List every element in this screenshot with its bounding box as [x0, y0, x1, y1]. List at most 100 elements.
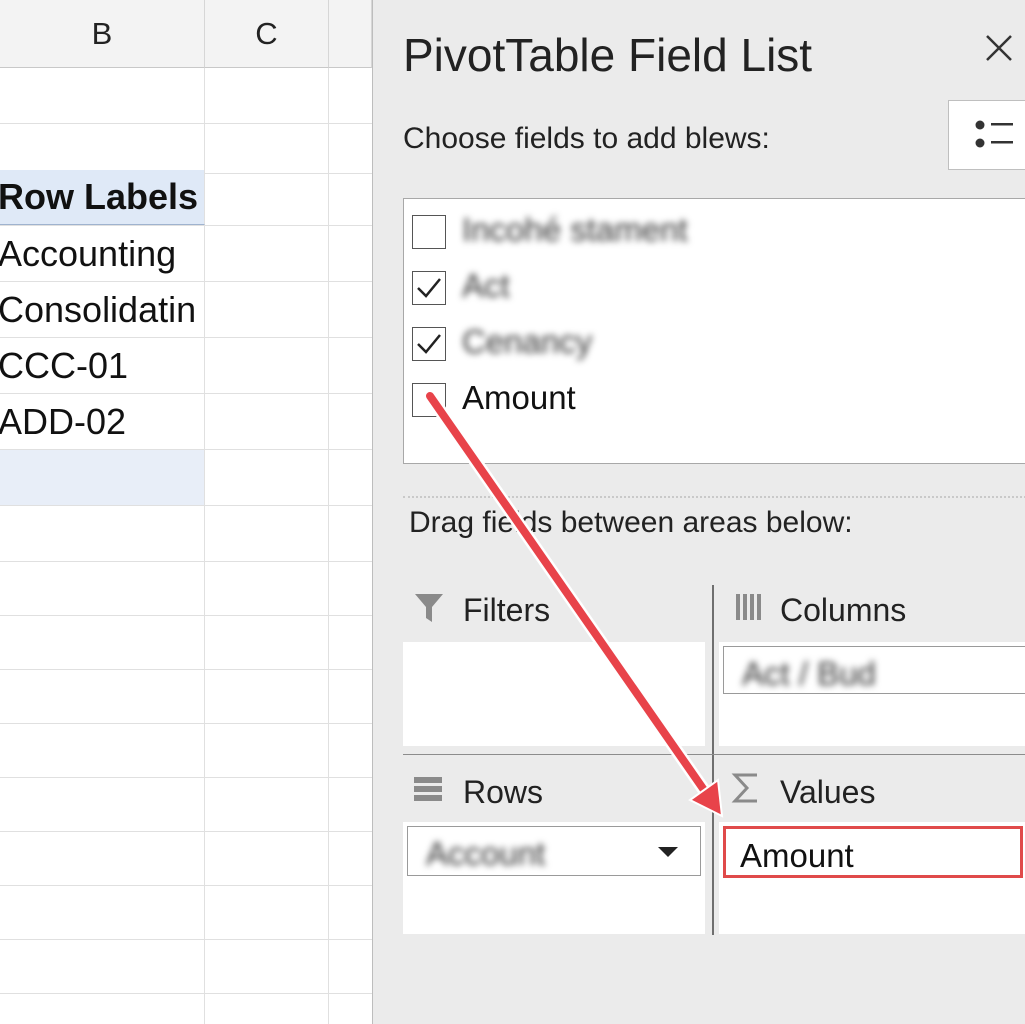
field-item[interactable]: Amount [412, 377, 1012, 421]
pivot-cell[interactable] [0, 450, 205, 505]
pivot-row-label: CCC-01 [0, 345, 129, 386]
columns-area-title: Columns [780, 592, 907, 628]
rows-field-pill[interactable]: Account [407, 826, 701, 876]
cell[interactable] [205, 338, 329, 393]
sheet-row [0, 506, 372, 562]
field-label: Cenancy [462, 323, 593, 360]
cell[interactable] [205, 118, 329, 173]
cell[interactable] [0, 992, 205, 1024]
cell[interactable] [0, 506, 205, 561]
cell[interactable] [0, 614, 205, 669]
cell[interactable] [205, 830, 329, 885]
cell[interactable] [205, 938, 329, 993]
row-labels-text: Row Labels [0, 176, 199, 217]
cell[interactable] [0, 68, 205, 123]
cell[interactable] [329, 170, 372, 225]
pivot-cell[interactable]: Accounting [0, 226, 205, 281]
column-header-c[interactable]: C [205, 0, 329, 68]
column-header-d[interactable] [329, 0, 372, 68]
cell[interactable] [205, 560, 329, 615]
columns-drop-area[interactable]: Act / Bud [719, 642, 1025, 746]
values-field-label: Amount [740, 837, 854, 874]
field-item[interactable]: Incohé stament [412, 209, 1012, 253]
cell[interactable] [329, 992, 372, 1024]
cell[interactable] [205, 722, 329, 777]
pivot-cell[interactable]: Consolidatin [0, 282, 205, 337]
sheet-row [0, 830, 372, 886]
field-checkbox[interactable] [412, 383, 446, 417]
cell[interactable] [329, 68, 372, 123]
cell[interactable] [329, 394, 372, 449]
field-layout-button[interactable] [948, 100, 1025, 170]
cell[interactable] [329, 506, 372, 561]
cell[interactable] [329, 938, 372, 993]
cell[interactable] [329, 450, 372, 505]
cell[interactable] [329, 830, 372, 885]
cell[interactable] [329, 118, 372, 173]
pivot-grand-total-row [0, 450, 372, 506]
cell[interactable] [205, 884, 329, 939]
cell[interactable] [0, 668, 205, 723]
cell[interactable] [329, 338, 372, 393]
spreadsheet-grid: B C Row Labels Accounting Consolidatin C… [0, 0, 372, 1024]
cell[interactable] [0, 118, 205, 173]
chevron-down-icon[interactable] [658, 847, 678, 857]
cell[interactable] [205, 992, 329, 1024]
sheet-row [0, 776, 372, 832]
field-label: Incohé stament [462, 211, 688, 248]
pivot-cell[interactable]: CCC-01 [0, 338, 205, 393]
cell[interactable] [205, 506, 329, 561]
cell[interactable] [0, 938, 205, 993]
cell[interactable] [329, 668, 372, 723]
cell[interactable] [0, 776, 205, 831]
filters-drop-area[interactable] [403, 642, 705, 746]
cell[interactable] [329, 722, 372, 777]
values-field-pill[interactable]: Amount [723, 826, 1023, 878]
column-b-label: B [91, 15, 113, 51]
checkmark-icon [417, 334, 441, 354]
cell[interactable] [329, 614, 372, 669]
filter-icon [413, 592, 445, 631]
column-header-b[interactable]: B [0, 0, 205, 68]
drag-fields-label: Drag fields between areas below: [409, 506, 853, 539]
field-checkbox[interactable] [412, 215, 446, 249]
cell[interactable] [0, 560, 205, 615]
field-checkbox[interactable] [412, 327, 446, 361]
cell[interactable] [205, 614, 329, 669]
cell[interactable] [0, 830, 205, 885]
pivot-row: ADD-02 [0, 394, 372, 450]
field-item[interactable]: Act [412, 265, 1012, 309]
cell[interactable] [205, 68, 329, 123]
column-c-label: C [255, 15, 278, 51]
rows-drop-area[interactable]: Account [403, 822, 705, 934]
cell[interactable] [205, 394, 329, 449]
cell[interactable] [205, 668, 329, 723]
cell[interactable] [0, 884, 205, 939]
field-item[interactable]: Cenancy [412, 321, 1012, 365]
sheet-row [0, 668, 372, 724]
row-labels-cell[interactable]: Row Labels [0, 170, 205, 225]
pivot-row-label: Accounting [0, 233, 177, 274]
cell[interactable] [205, 450, 329, 505]
values-drop-area[interactable]: Amount [719, 822, 1025, 934]
columns-field-label: Act / Bud [742, 655, 876, 692]
filters-area-title: Filters [463, 592, 551, 628]
close-icon[interactable] [979, 28, 1019, 68]
cell[interactable] [205, 226, 329, 281]
values-area-title: Values [780, 774, 876, 810]
columns-icon [735, 592, 765, 627]
cell[interactable] [329, 226, 372, 281]
cell[interactable] [205, 170, 329, 225]
cell[interactable] [329, 776, 372, 831]
cell[interactable] [329, 884, 372, 939]
cell[interactable] [205, 282, 329, 337]
cell[interactable] [329, 560, 372, 615]
pane-title: PivotTable Field List [403, 29, 813, 81]
cell[interactable] [0, 722, 205, 777]
field-checkbox[interactable] [412, 271, 446, 305]
pivot-row: Consolidatin [0, 282, 372, 338]
cell[interactable] [205, 776, 329, 831]
pivot-cell[interactable]: ADD-02 [0, 394, 205, 449]
cell[interactable] [329, 282, 372, 337]
columns-field-pill[interactable]: Act / Bud [723, 646, 1025, 694]
